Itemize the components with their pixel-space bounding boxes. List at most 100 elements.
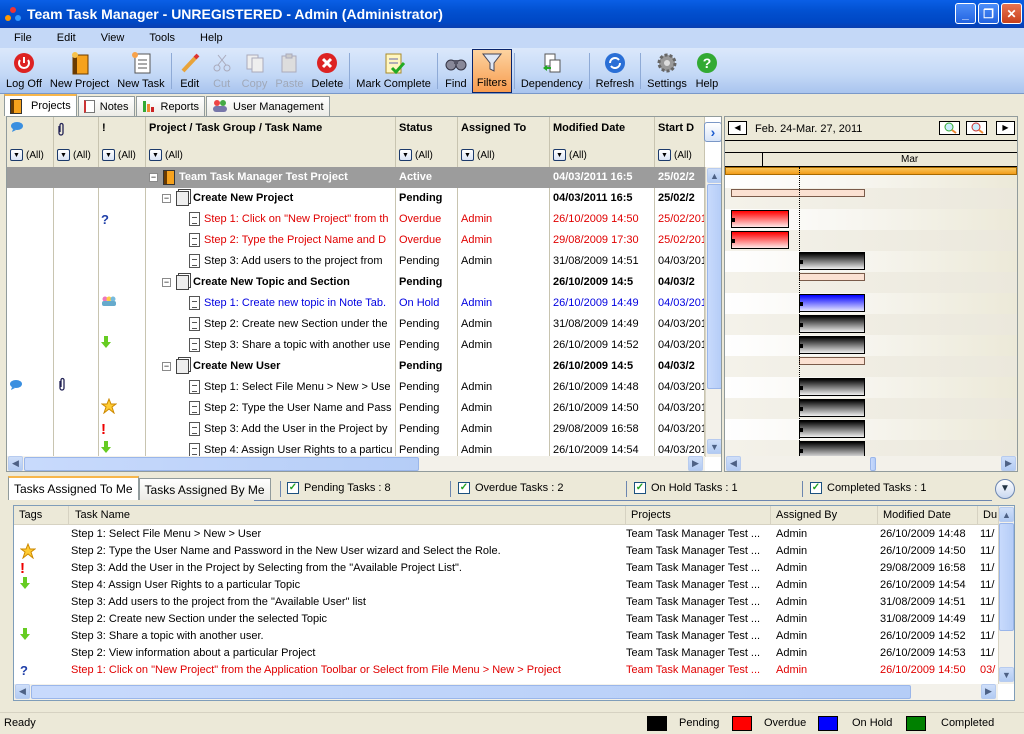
scroll-thumb[interactable]	[870, 457, 876, 471]
gantt-task-bar-overdue[interactable]	[730, 210, 790, 228]
onhold-tasks-checkbox[interactable]: ✓ On Hold Tasks : 1	[634, 482, 738, 494]
grid-horizontal-scrollbar[interactable]: ◀ ▶	[7, 456, 705, 471]
col-tags[interactable]: Tags	[14, 506, 69, 525]
scroll-left-button[interactable]: ◀	[15, 684, 30, 699]
find-button[interactable]: Find	[440, 49, 472, 93]
restore-button[interactable]: ❐	[978, 3, 999, 24]
settings-button[interactable]: Settings	[643, 49, 691, 93]
filter-dropdown-icon[interactable]: ▼	[102, 149, 115, 161]
list-item[interactable]: Step 4: Assign User Rights to a particul…	[14, 577, 998, 594]
close-button[interactable]: ✕	[1001, 3, 1022, 24]
expand-filters-button[interactable]: ▼	[995, 479, 1015, 499]
column-filter[interactable]: ▼ (All)	[10, 149, 44, 161]
menu-view[interactable]: View	[87, 32, 136, 44]
gantt-task-bar-pending[interactable]	[799, 336, 866, 354]
menu-edit[interactable]: Edit	[43, 32, 87, 44]
tab-notes[interactable]: Notes	[77, 96, 135, 116]
scroll-columns-right-button[interactable]: ›	[704, 122, 721, 142]
gantt-group-summary-bar[interactable]	[799, 273, 866, 281]
scroll-thumb[interactable]	[707, 184, 721, 389]
tab-user-management[interactable]: User Management	[206, 96, 330, 116]
list-horizontal-scrollbar[interactable]: ◀ ▶	[14, 684, 998, 700]
scroll-thumb[interactable]	[31, 685, 911, 699]
grid-column-header-4[interactable]: Status ▼ (All)	[396, 117, 458, 167]
grid-vertical-scrollbar[interactable]: ▲ ▼	[705, 167, 721, 457]
filter-dropdown-icon[interactable]: ▼	[10, 149, 23, 161]
column-filter[interactable]: ▼ (All)	[553, 149, 587, 161]
new-task-button[interactable]: New Task	[113, 49, 168, 93]
col-projects[interactable]: Projects	[626, 506, 771, 525]
grid-column-header-0[interactable]: ▼ (All)	[7, 117, 54, 167]
task-row[interactable]: Step 4: Assign User Rights to a particu P…	[7, 440, 709, 457]
scroll-up-button[interactable]: ▲	[707, 168, 721, 183]
grid-column-header-3[interactable]: Project / Task Group / Task Name ▼ (All)	[146, 117, 396, 167]
refresh-button[interactable]: Refresh	[592, 49, 639, 93]
gantt-task-bar-pending[interactable]	[799, 315, 866, 333]
task-group-row[interactable]: − Create New Topic and Section Pending 26/1…	[7, 272, 709, 293]
scroll-right-button[interactable]: ▶	[688, 456, 703, 471]
help-button[interactable]: ? Help	[691, 49, 723, 93]
filter-dropdown-icon[interactable]: ▼	[658, 149, 671, 161]
filter-dropdown-icon[interactable]: ▼	[461, 149, 474, 161]
collapse-toggle-icon[interactable]: −	[162, 277, 171, 287]
filter-dropdown-icon[interactable]: ▼	[553, 149, 566, 161]
minimize-button[interactable]: _	[955, 3, 976, 24]
gantt-task-bar-pending[interactable]	[799, 252, 866, 270]
dependency-button[interactable]: Dependency	[517, 49, 587, 93]
task-row[interactable]: Step 2: Create new Section under the Pend…	[7, 314, 709, 335]
zoom-in-button[interactable]	[939, 121, 960, 135]
gantt-task-bar-pending[interactable]	[799, 420, 866, 438]
delete-button[interactable]: Delete	[308, 49, 348, 93]
gantt-group-summary-bar[interactable]	[730, 189, 866, 197]
paste-button[interactable]: Paste	[271, 49, 307, 93]
list-item[interactable]: Step 3: Share a topic with another user.…	[14, 628, 998, 645]
menu-tools[interactable]: Tools	[135, 32, 186, 44]
list-item[interactable]: Step 3: Add users to the project from th…	[14, 594, 998, 611]
scroll-thumb[interactable]	[999, 523, 1014, 631]
cut-button[interactable]: Cut	[206, 49, 238, 93]
scroll-right-button[interactable]: ▶	[1001, 456, 1016, 471]
gantt-project-summary-bar[interactable]	[725, 167, 1017, 175]
grid-column-header-2[interactable]: ! ▼ (All)	[99, 117, 146, 167]
gantt-task-bar-pending[interactable]	[799, 378, 866, 396]
overdue-tasks-checkbox[interactable]: ✓ Overdue Tasks : 2	[458, 482, 563, 494]
pending-tasks-checkbox[interactable]: ✓ Pending Tasks : 8	[287, 482, 391, 494]
scroll-down-button[interactable]: ▼	[999, 667, 1014, 682]
zoom-out-button[interactable]	[966, 121, 987, 135]
grid-column-header-7[interactable]: Start D ▼ (All)	[655, 117, 705, 167]
gantt-task-bar-pending[interactable]	[799, 399, 866, 417]
scroll-left-button[interactable]: ◀	[726, 456, 741, 471]
grid-column-header-1[interactable]: ▼ (All)	[54, 117, 99, 167]
task-group-row[interactable]: − Create New Project Pending 04/03/2011 16:…	[7, 188, 709, 209]
grid-column-header-5[interactable]: Assigned To ▼ (All)	[458, 117, 550, 167]
task-row[interactable]: Step 3: Share a topic with another use Pe…	[7, 335, 709, 356]
column-filter[interactable]: ▼ (All)	[57, 149, 91, 161]
gantt-next-button[interactable]: ▶	[996, 121, 1015, 135]
list-item[interactable]: Step 2: View information about a particu…	[14, 645, 998, 662]
tab-tasks-assigned-by-me[interactable]: Tasks Assigned By Me	[138, 478, 271, 500]
mark-complete-button[interactable]: Mark Complete	[352, 49, 435, 93]
gantt-task-bar-overdue[interactable]	[730, 231, 790, 249]
tab-projects[interactable]: Projects	[4, 94, 77, 116]
scroll-down-button[interactable]: ▼	[707, 439, 721, 454]
list-item[interactable]: Step 2: Type the User Name and Password …	[14, 543, 998, 560]
task-row[interactable]: ! Step 3: Add the User in the Project by P…	[7, 419, 709, 440]
col-modified-date[interactable]: Modified Date	[878, 506, 978, 525]
collapse-toggle-icon[interactable]: −	[162, 193, 171, 203]
column-filter[interactable]: ▼ (All)	[149, 149, 183, 161]
gantt-task-bar-pending[interactable]	[799, 441, 866, 457]
collapse-toggle-icon[interactable]: −	[149, 172, 158, 182]
scroll-left-button[interactable]: ◀	[8, 456, 23, 471]
column-filter[interactable]: ▼ (All)	[658, 149, 692, 161]
menu-help[interactable]: Help	[186, 32, 234, 44]
gantt-horizontal-scrollbar[interactable]: ◀ ▶	[725, 456, 1017, 471]
menu-file[interactable]: File	[0, 32, 43, 44]
task-row[interactable]: Step 2: Type the User Name and Pass Pendi…	[7, 398, 709, 419]
column-filter[interactable]: ▼ (All)	[102, 149, 136, 161]
filter-dropdown-icon[interactable]: ▼	[399, 149, 412, 161]
task-row[interactable]: Step 1: Create new topic in Note Tab. On …	[7, 293, 709, 314]
scroll-up-button[interactable]: ▲	[999, 507, 1014, 522]
scroll-right-button[interactable]: ▶	[981, 684, 996, 699]
new-project-button[interactable]: New Project	[46, 49, 113, 93]
scroll-thumb[interactable]	[24, 457, 419, 471]
